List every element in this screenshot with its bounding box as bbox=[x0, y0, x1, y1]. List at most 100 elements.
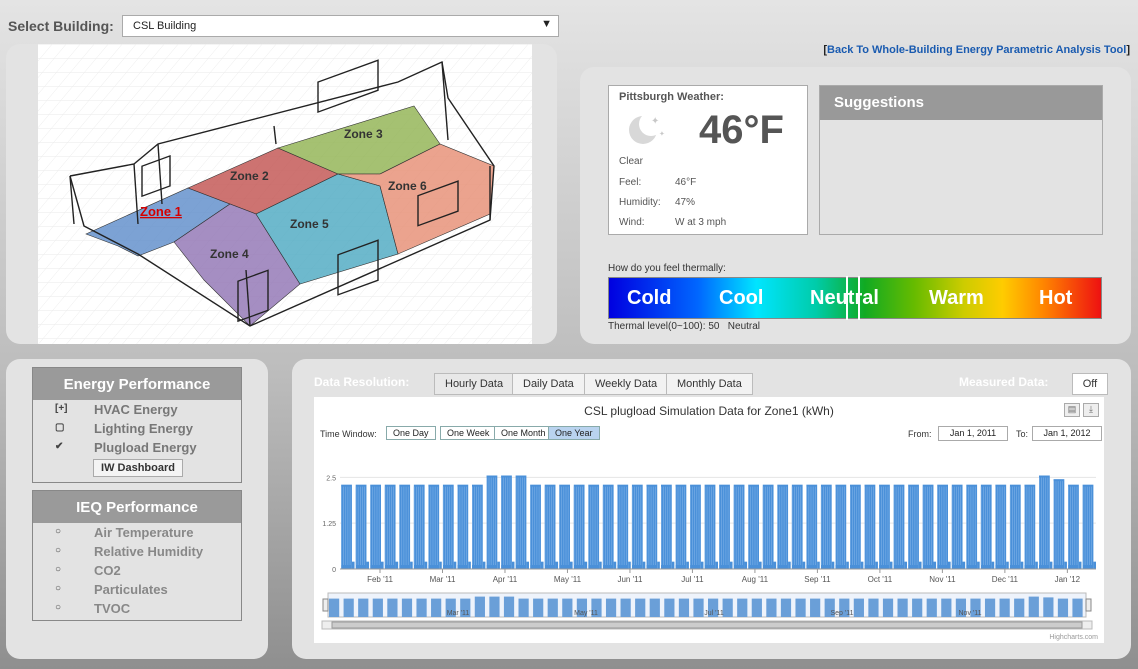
main-chart-svg[interactable]: 0 1.25 2.5 Feb '11 Mar '11 Apr '11 May '11 Jun … bbox=[314, 445, 1104, 585]
navigator-tick-label: May '11 bbox=[574, 610, 598, 617]
to-label: To: bbox=[1016, 429, 1029, 439]
weather-feel-row: Feel: 46°F bbox=[619, 177, 697, 188]
x-tick-label: Jan '12 bbox=[1055, 575, 1081, 584]
chevron-down-icon[interactable]: ▼ bbox=[541, 18, 552, 30]
weekend-base bbox=[889, 561, 893, 569]
energy-item-lighting[interactable]: ▢ Lighting Energy bbox=[33, 419, 241, 438]
navigator-week bbox=[387, 598, 398, 617]
ieq-item-tvoc[interactable]: ○ TVOC bbox=[33, 599, 241, 618]
energy-performance-box: Energy Performance [+] HVAC Energy ▢ Light… bbox=[32, 367, 242, 483]
ieq-item-particulates[interactable]: ○ Particulates bbox=[33, 580, 241, 599]
tab-monthly-data[interactable]: Monthly Data bbox=[666, 373, 753, 395]
navigator-right-handle[interactable] bbox=[1085, 598, 1092, 612]
lighting-checkbox[interactable]: ▢ bbox=[55, 422, 64, 433]
thermal-comfort-bar[interactable]: Cold Cool Neutral Warm Hot bbox=[608, 276, 1102, 320]
week-series-segment bbox=[864, 484, 878, 569]
weekend-base bbox=[410, 561, 413, 569]
suggestions-box: Suggestions bbox=[819, 85, 1103, 235]
week-series-segment bbox=[457, 484, 471, 569]
building-select[interactable]: CSL Building ▼ bbox=[122, 15, 559, 37]
week-series-segment bbox=[849, 484, 864, 569]
navigator-week bbox=[358, 598, 369, 617]
to-date-input[interactable]: Jan 1, 2012 bbox=[1032, 426, 1102, 441]
iw-dashboard-button[interactable]: IW Dashboard bbox=[93, 459, 183, 477]
thermal-cold-label[interactable]: Cold bbox=[627, 287, 671, 310]
thermal-neutral-label[interactable]: Neutral bbox=[810, 287, 879, 310]
thermal-hot-label[interactable]: Hot bbox=[1039, 287, 1072, 310]
navigator-week bbox=[678, 598, 690, 617]
building-model-view[interactable]: Zone 1 Zone 2 Zone 3 Zone 4 Zone 5 Zone … bbox=[38, 44, 532, 344]
particulates-radio[interactable]: ○ bbox=[55, 583, 61, 594]
navigator-week bbox=[605, 598, 617, 617]
range-one-day-button[interactable]: One Day bbox=[386, 426, 436, 440]
measured-data-label: Measured Data: bbox=[959, 375, 1049, 389]
weekend-base bbox=[947, 561, 951, 569]
range-one-week-button[interactable]: One Week bbox=[440, 426, 497, 440]
ieq-item-co2[interactable]: ○ CO2 bbox=[33, 561, 241, 580]
thermal-cool-label[interactable]: Cool bbox=[719, 287, 763, 310]
range-one-month-button[interactable]: One Month bbox=[494, 426, 553, 440]
weekend-base bbox=[511, 561, 515, 569]
relative-humidity-radio[interactable]: ○ bbox=[55, 545, 61, 556]
from-date-input[interactable]: Jan 1, 2011 bbox=[938, 426, 1008, 441]
weekend-base bbox=[671, 561, 675, 569]
weekend-base bbox=[1078, 561, 1082, 569]
weather-condition: Clear bbox=[619, 156, 643, 167]
weekend-base bbox=[613, 561, 617, 569]
tab-weekly-data[interactable]: Weekly Data bbox=[584, 373, 669, 395]
navigator-svg[interactable]: Mar '11 May '11 Jul '11 Sep '11 Nov '11 bbox=[314, 587, 1104, 635]
thermal-slider-handle[interactable] bbox=[846, 276, 860, 320]
energy-item-hvac[interactable]: [+] HVAC Energy bbox=[33, 400, 241, 419]
navigator-scroll-thumb[interactable] bbox=[331, 621, 1083, 629]
navigator-week bbox=[780, 598, 792, 617]
weekend-base bbox=[642, 561, 646, 569]
navigator-week bbox=[984, 598, 996, 617]
tab-hourly-data[interactable]: Hourly Data bbox=[434, 373, 515, 395]
range-one-year-button[interactable]: One Year bbox=[548, 426, 600, 440]
x-tick-label: Oct '11 bbox=[868, 575, 893, 584]
navigator-week bbox=[635, 598, 646, 617]
tvoc-radio[interactable]: ○ bbox=[55, 602, 61, 613]
zone-1-label[interactable]: Zone 1 bbox=[140, 204, 182, 219]
co2-radio[interactable]: ○ bbox=[55, 564, 61, 575]
navigator-tick-label: Sep '11 bbox=[830, 610, 853, 617]
week-series-segment bbox=[908, 484, 922, 569]
weekend-base bbox=[1049, 561, 1053, 569]
measured-data-toggle[interactable]: Off bbox=[1072, 373, 1108, 395]
weekend-base bbox=[395, 561, 399, 569]
week-series-segment bbox=[370, 484, 384, 569]
navigator-week bbox=[649, 598, 660, 617]
navigator-week bbox=[941, 598, 952, 617]
navigator-tick-label: Nov '11 bbox=[959, 610, 982, 617]
week-series-segment bbox=[428, 484, 442, 569]
weekend-base bbox=[700, 561, 704, 569]
zone-6-label: Zone 6 bbox=[388, 179, 427, 193]
week-series-segment bbox=[733, 484, 748, 569]
navigator-left-handle[interactable] bbox=[322, 598, 329, 612]
week-series-segment bbox=[573, 484, 588, 569]
navigator-week bbox=[810, 598, 821, 617]
weekend-base bbox=[744, 561, 748, 569]
performance-sidebar: Energy Performance [+] HVAC Energy ▢ Light… bbox=[6, 359, 268, 659]
print-icon[interactable]: ▤ bbox=[1064, 403, 1080, 417]
tab-daily-data[interactable]: Daily Data bbox=[512, 373, 585, 395]
weekend-base bbox=[569, 561, 573, 569]
weekend-base bbox=[482, 561, 486, 569]
weekend-base bbox=[468, 561, 471, 569]
ieq-item-relative-humidity[interactable]: ○ Relative Humidity bbox=[33, 542, 241, 561]
back-to-analysis-link[interactable]: Back To Whole-Building Energy Parametric… bbox=[827, 44, 1126, 56]
navigator-week bbox=[882, 598, 894, 617]
week-series-segment bbox=[341, 484, 355, 569]
week-series-segment bbox=[690, 484, 704, 569]
download-icon[interactable]: ⤓ bbox=[1083, 403, 1099, 417]
air-temperature-radio[interactable]: ○ bbox=[55, 526, 61, 537]
navigator-tick-label: Mar '11 bbox=[447, 610, 470, 617]
weekend-base bbox=[846, 561, 849, 569]
ieq-item-air-temperature[interactable]: ○ Air Temperature bbox=[33, 523, 241, 542]
thermal-warm-label[interactable]: Warm bbox=[929, 287, 984, 310]
plugload-checkbox[interactable]: ✔ bbox=[55, 441, 63, 452]
energy-item-plugload[interactable]: ✔ Plugload Energy bbox=[33, 438, 241, 457]
weekend-base bbox=[758, 561, 762, 569]
weekend-base bbox=[686, 561, 689, 569]
navigator-week bbox=[751, 598, 762, 617]
